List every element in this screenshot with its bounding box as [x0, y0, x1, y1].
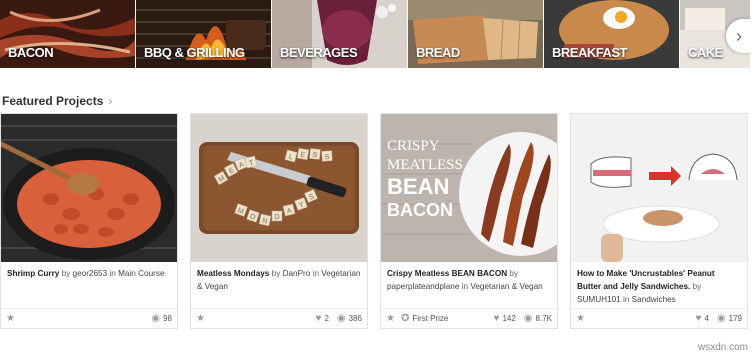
- category-label: BREAKFAST: [552, 45, 627, 60]
- category-label: CAKE: [688, 45, 723, 60]
- views-count: 179: [728, 314, 742, 323]
- category-breakfast[interactable]: BREAKFAST: [544, 0, 679, 68]
- project-thumbnail[interactable]: LESSMEATMONDAYS: [191, 114, 367, 262]
- project-footer: ★ ◉ 98: [1, 308, 177, 328]
- uncrustables-image: [571, 114, 747, 262]
- project-card-uncrustables[interactable]: How to Make 'Uncrustables' Peanut Butter…: [570, 113, 748, 329]
- category-bread[interactable]: BREAD: [408, 0, 543, 68]
- favorites-stat: ♥ 4: [695, 312, 709, 324]
- heart-icon: ♥: [493, 312, 500, 324]
- project-author[interactable]: DanPro: [283, 269, 311, 278]
- category-bbq-grilling[interactable]: BBQ & GRILLING: [136, 0, 271, 68]
- shrimp-curry-image: [1, 114, 177, 262]
- project-author[interactable]: geor2653: [73, 269, 108, 278]
- by-label: by: [692, 282, 702, 291]
- favorites-stat: ♥ 142: [493, 312, 516, 324]
- image-caption-line-3: BEAN: [387, 174, 449, 199]
- svg-text:S: S: [325, 154, 330, 161]
- project-author[interactable]: SUMUH101: [577, 295, 621, 304]
- views-stat: ◉ 386: [336, 312, 362, 324]
- in-label: in: [622, 295, 630, 304]
- prize-badge: ✪ First Prize: [400, 312, 449, 324]
- favorites-count: 2: [324, 314, 329, 323]
- image-caption-line-4: BACON: [387, 200, 453, 220]
- views-stat: ◉ 98: [151, 312, 172, 324]
- project-thumbnail[interactable]: [1, 114, 177, 262]
- views-stat: ◉ 8.7K: [523, 312, 552, 324]
- meatless-mondays-image: L E S SMEA TMO NDAYS: [191, 114, 367, 262]
- views-stat: ◉ 179: [716, 312, 742, 324]
- category-strip: BACON BBQ & GRILLING BEVERAGES BREAD BRE…: [0, 0, 752, 68]
- project-footer: ★ ✪ First Prize ♥ 142 ◉ 8.7K: [381, 308, 557, 328]
- project-footer: ★ ♥ 4 ◉ 179: [571, 308, 747, 328]
- favorites-count: 142: [502, 314, 516, 323]
- project-category[interactable]: Sandwiches: [632, 295, 676, 304]
- category-label: BREAD: [416, 45, 460, 60]
- star-icon[interactable]: ★: [6, 313, 15, 324]
- letter-tile: D: [271, 210, 283, 222]
- letter-tile: S: [309, 148, 321, 160]
- project-title[interactable]: Crispy Meatless BEAN BACON: [387, 269, 507, 278]
- watermark: wsxdn.com: [697, 342, 748, 353]
- project-category[interactable]: Main Course: [118, 269, 164, 278]
- project-title[interactable]: Meatless Mondays: [197, 269, 269, 278]
- chevron-right-icon: ›: [108, 94, 113, 108]
- eye-icon: ◉: [523, 312, 533, 324]
- image-caption-line-1: CRISPY: [387, 138, 440, 154]
- ribbon-icon: ✪: [400, 312, 410, 324]
- bean-bacon-image: CRISPY MEATLESS BEAN BACON: [381, 114, 557, 262]
- eye-icon: ◉: [716, 312, 726, 324]
- heart-icon: ♥: [695, 312, 702, 324]
- category-bacon[interactable]: BACON: [0, 0, 135, 68]
- project-info: Meatless Mondays by DanPro in Vegetarian…: [197, 267, 361, 293]
- star-icon[interactable]: ★: [386, 313, 395, 324]
- image-caption-line-2: MEATLESS: [387, 157, 463, 173]
- by-label: by: [271, 269, 281, 278]
- project-card-meatless-mondays[interactable]: LESSMEATMONDAYS Meatless Mondays by DanP…: [190, 113, 368, 329]
- project-category[interactable]: Vegetarian & Vegan: [470, 282, 542, 291]
- favorites-count: 4: [704, 314, 709, 323]
- project-thumbnail[interactable]: [571, 114, 747, 262]
- letter-tile: E: [296, 147, 310, 161]
- prize-label: First Prize: [412, 314, 449, 323]
- star-icon[interactable]: ★: [576, 313, 585, 324]
- category-label: BEVERAGES: [280, 45, 358, 60]
- letter-tile: L: [284, 149, 298, 163]
- project-footer: ★ ♥ 2 ◉ 386: [191, 308, 367, 328]
- heart-icon: ♥: [315, 312, 322, 324]
- featured-projects-grid: Shrimp Curry by geor2653 in Main Course …: [0, 113, 752, 329]
- project-author[interactable]: paperplateandplane: [387, 282, 459, 291]
- category-beverages[interactable]: BEVERAGES: [272, 0, 407, 68]
- project-info: Shrimp Curry by geor2653 in Main Course: [7, 267, 171, 280]
- in-label: in: [461, 282, 469, 291]
- views-count: 8.7K: [535, 314, 552, 323]
- by-label: by: [509, 269, 519, 278]
- category-label: BACON: [8, 45, 54, 60]
- section-title: Featured Projects: [2, 94, 104, 108]
- letter-tile: S: [321, 150, 333, 162]
- featured-projects-heading[interactable]: Featured Projects ›: [2, 94, 112, 108]
- in-label: in: [312, 269, 319, 278]
- project-thumbnail[interactable]: CRISPY MEATLESS BEAN BACON: [381, 114, 557, 262]
- category-label: BBQ & GRILLING: [144, 45, 245, 60]
- in-label: in: [109, 269, 116, 278]
- letter-tile: A: [282, 203, 296, 217]
- eye-icon: ◉: [151, 312, 161, 324]
- by-label: by: [61, 269, 71, 278]
- chevron-right-icon: ›: [736, 25, 742, 46]
- project-card-shrimp-curry[interactable]: Shrimp Curry by geor2653 in Main Course …: [0, 113, 178, 329]
- favorites-stat: ♥ 2: [315, 312, 329, 324]
- eye-icon: ◉: [336, 312, 346, 324]
- project-info: How to Make 'Uncrustables' Peanut Butter…: [577, 267, 741, 306]
- project-card-crispy-bean-bacon[interactable]: CRISPY MEATLESS BEAN BACON Crispy Meatle…: [380, 113, 558, 329]
- project-info: Crispy Meatless BEAN BACON by paperplate…: [387, 267, 551, 293]
- letter-tile: N: [258, 213, 272, 227]
- carousel-next-button[interactable]: ›: [726, 19, 752, 53]
- svg-text:D: D: [274, 214, 279, 221]
- letter-tile: T: [244, 155, 258, 169]
- project-title[interactable]: Shrimp Curry: [7, 269, 59, 278]
- views-count: 98: [163, 314, 172, 323]
- views-count: 386: [348, 314, 362, 323]
- star-icon[interactable]: ★: [196, 313, 205, 324]
